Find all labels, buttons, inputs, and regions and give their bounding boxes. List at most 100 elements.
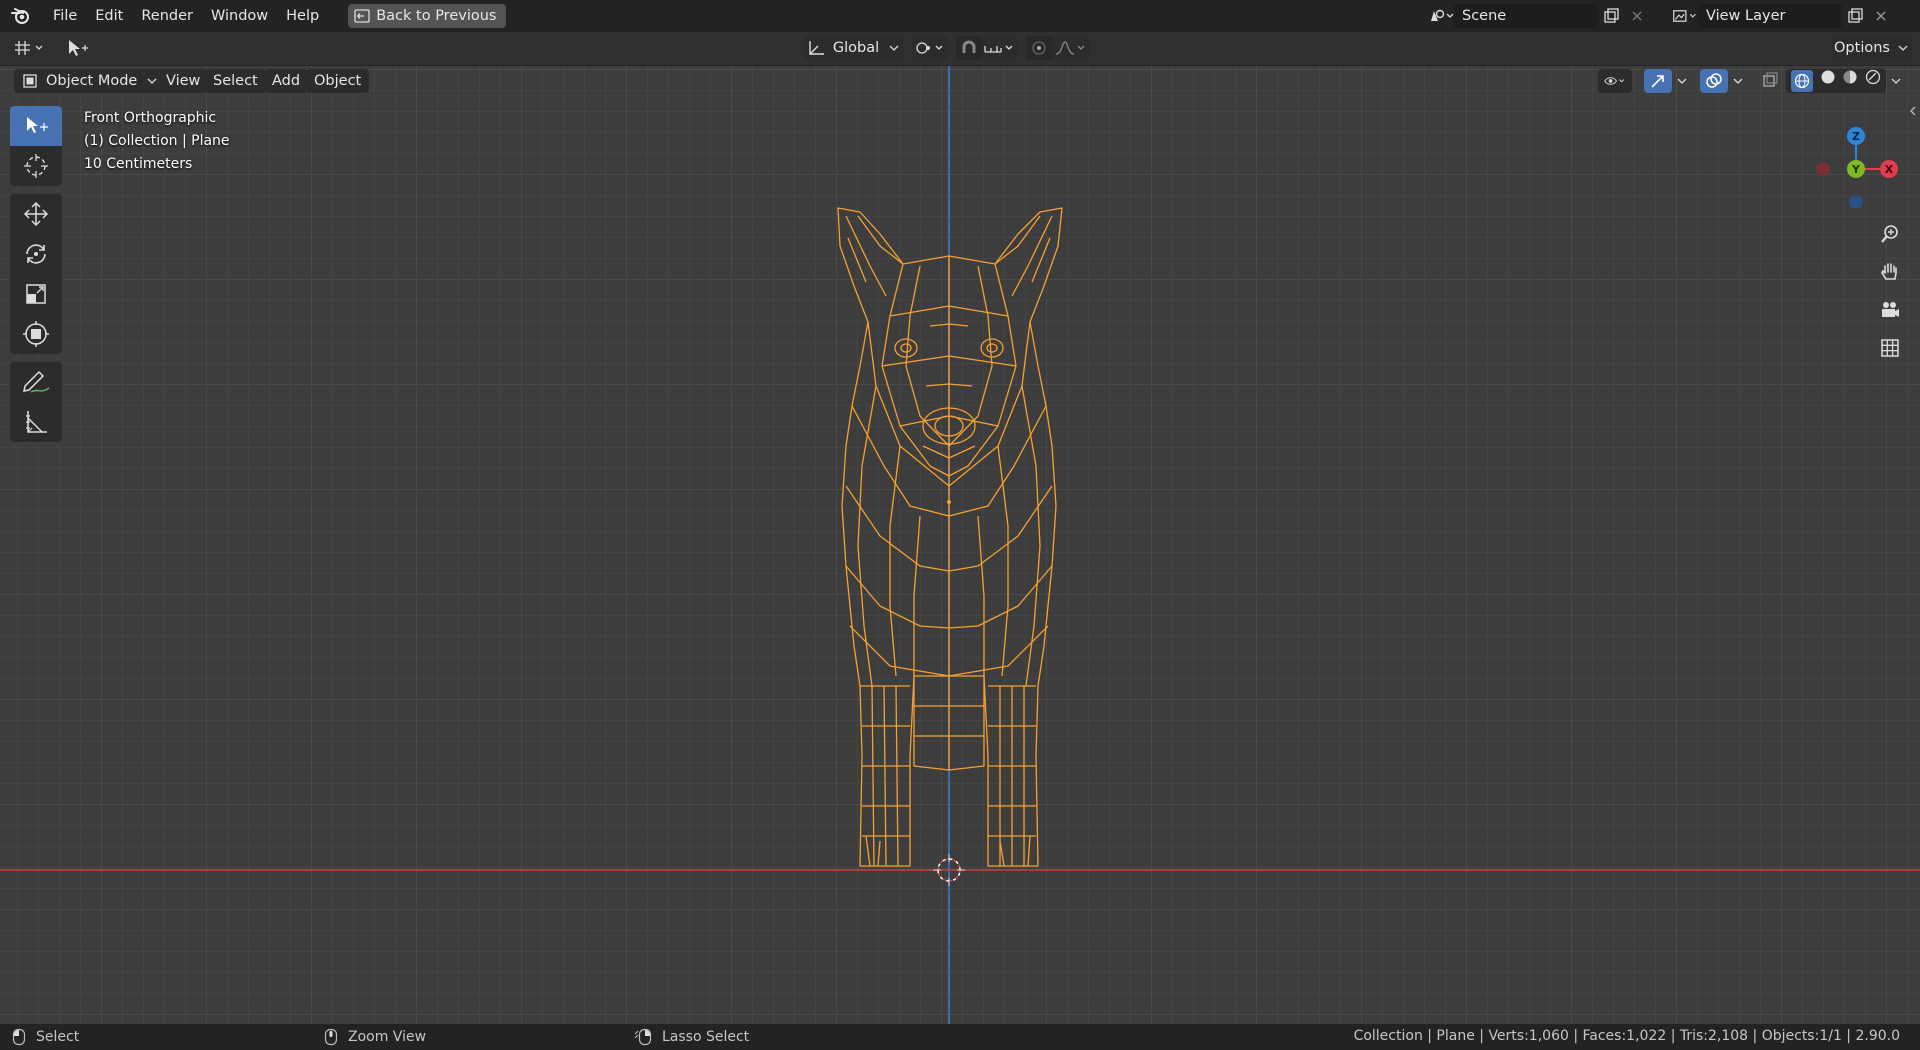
gizmo-z-label: Z [1852, 130, 1860, 143]
cursor-tool[interactable] [10, 146, 62, 186]
rendered-shading-icon[interactable] [1865, 69, 1881, 93]
overlays-toggle[interactable] [1700, 69, 1728, 93]
solid-shading-icon[interactable] [1820, 69, 1836, 93]
new-view-layer-icon[interactable] [1842, 4, 1868, 28]
grid-icon [1881, 339, 1899, 357]
toggle-ortho-button[interactable] [1874, 332, 1906, 364]
material-preview-shading-icon[interactable] [1842, 69, 1858, 93]
overlays-dropdown[interactable] [1728, 69, 1746, 93]
shading-mode-group [1786, 69, 1886, 93]
zoom-view-button[interactable] [1874, 218, 1906, 250]
status-lasso-label: Lasso Select [662, 1029, 750, 1045]
proportional-editing-toggle[interactable] [1026, 36, 1052, 60]
menu-window[interactable]: Window [202, 0, 277, 32]
new-scene-icon[interactable] [1598, 4, 1624, 28]
move-tool[interactable] [10, 194, 62, 234]
transform-orientation-dropdown[interactable]: Global [804, 36, 904, 60]
transform-orientation-label: Global [832, 40, 880, 56]
chevron-down-icon [1733, 78, 1743, 84]
viewport-menu-object[interactable]: Object [306, 69, 370, 93]
xray-icon [1763, 72, 1778, 87]
dog-wireframe-mesh [837, 207, 1063, 867]
transform-tool[interactable] [10, 314, 62, 354]
gizmo-toggle[interactable] [1644, 69, 1672, 93]
pan-view-button[interactable] [1874, 256, 1906, 288]
object-mode-icon [23, 74, 37, 88]
editor-type-icon [15, 41, 43, 55]
viewport-header: Object Mode View Select Add Object [0, 66, 1920, 94]
gizmo-neg-z-handle[interactable] [1849, 195, 1863, 209]
delete-view-layer-icon[interactable] [1868, 4, 1894, 28]
snap-toggle[interactable] [956, 36, 982, 60]
mouse-middle-icon [324, 1028, 338, 1046]
pivot-point-dropdown[interactable] [912, 36, 948, 60]
scene-statistics: Collection | Plane | Verts:1,060 | Faces… [1353, 1028, 1900, 1044]
menu-render[interactable]: Render [132, 0, 202, 32]
scale-icon [26, 284, 46, 304]
gizmo-y-label: Y [1851, 163, 1861, 176]
overlays-icon [1706, 73, 1722, 88]
viewport-menu-add[interactable]: Add [264, 69, 309, 93]
scene-browse-icon[interactable] [1428, 4, 1454, 28]
object-mode-dropdown[interactable]: Object Mode [14, 69, 168, 93]
menu-help[interactable]: Help [277, 0, 328, 32]
measure-tool[interactable] [10, 402, 62, 442]
view-layer-browse-icon[interactable] [1672, 4, 1698, 28]
proportional-falloff-dropdown[interactable] [1052, 36, 1090, 60]
tool-header: Global Options [0, 32, 1920, 66]
scale-tool[interactable] [10, 274, 62, 314]
viewport-menu-select[interactable]: Select [205, 69, 266, 93]
wireframe-shading-icon[interactable] [1791, 70, 1814, 92]
menu-edit[interactable]: Edit [86, 0, 132, 32]
3d-viewport[interactable]: Object Mode View Select Add Object Front… [0, 66, 1920, 1024]
chevron-down-icon [1677, 78, 1687, 84]
gizmo-dropdown[interactable] [1672, 69, 1690, 93]
options-label: Options [1834, 40, 1890, 56]
proportional-edit-icon [1032, 41, 1046, 55]
rotate-tool[interactable] [10, 234, 62, 274]
magnifier-zoom-icon [1881, 225, 1898, 243]
magnet-icon [962, 40, 976, 53]
camera-view-button[interactable] [1874, 294, 1906, 326]
sidebar-toggle-icon[interactable] [1908, 104, 1918, 122]
blender-logo-icon[interactable] [8, 3, 34, 29]
status-zoom-hint: Zoom View [324, 1028, 426, 1046]
back-icon [354, 9, 370, 23]
status-bar: Select Zoom View Lasso Select Collection… [0, 1024, 1920, 1050]
ruler-icon [26, 411, 47, 433]
gizmo-neg-x-handle[interactable] [1816, 162, 1830, 176]
visibility-dropdown[interactable] [1598, 69, 1632, 93]
viewport-menu-view[interactable]: View [158, 69, 209, 93]
select-box-tool-button[interactable] [62, 36, 92, 60]
camera-icon [1882, 302, 1899, 317]
cursor-arrow-icon [69, 40, 88, 56]
gizmo-arrow-icon [1651, 75, 1664, 88]
pivot-point-icon [916, 42, 943, 54]
annotate-tool[interactable] [10, 362, 62, 402]
options-dropdown[interactable]: Options [1832, 36, 1912, 60]
pencil-icon [23, 370, 50, 393]
snap-target-dropdown[interactable] [982, 36, 1018, 60]
editor-type-button[interactable] [8, 36, 52, 60]
axis-gizmo[interactable]: Z Y X [1800, 106, 1920, 216]
back-to-previous-button[interactable]: Back to Previous [348, 4, 507, 28]
tool-shelf [10, 106, 62, 450]
xray-toggle[interactable] [1758, 69, 1780, 93]
delete-scene-icon[interactable] [1624, 4, 1650, 28]
falloff-curve-icon [1055, 41, 1085, 55]
mouse-left-icon [12, 1028, 26, 1046]
crosshair-cursor-icon [24, 154, 48, 178]
top-bar: File Edit Render Window Help Back to Pre… [0, 0, 1920, 32]
view-layer-name-field[interactable]: View Layer [1698, 4, 1842, 28]
scene-selector: Scene [1428, 3, 1650, 29]
chevron-down-icon [1898, 45, 1908, 51]
select-box-tool[interactable] [10, 106, 62, 146]
back-to-previous-label: Back to Previous [376, 8, 497, 24]
hand-icon [1881, 263, 1897, 280]
scene-name-field[interactable]: Scene [1454, 4, 1598, 28]
shading-dropdown[interactable] [1886, 69, 1904, 93]
status-lasso-hint: Lasso Select [634, 1028, 749, 1046]
eye-icon [1604, 77, 1625, 85]
menu-file[interactable]: File [44, 0, 86, 32]
grid-scale-label: 10 Centimeters [84, 156, 193, 172]
